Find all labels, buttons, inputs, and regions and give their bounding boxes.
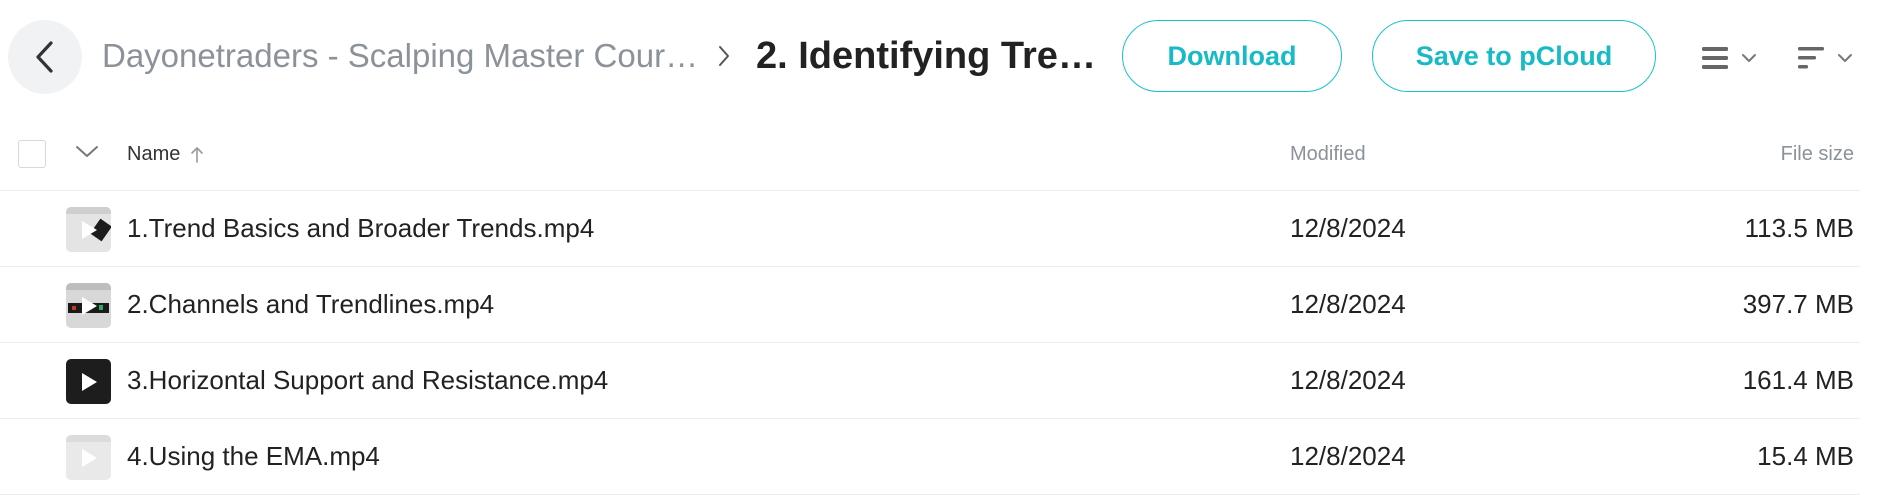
list-header: Name Modified File size xyxy=(0,128,1860,191)
chevron-right-icon xyxy=(719,46,729,66)
file-size: 397.7 MB xyxy=(1742,289,1854,319)
view-toggle-button[interactable] xyxy=(1700,38,1764,78)
file-modified-date: 12/8/2024 xyxy=(1290,213,1406,243)
play-icon xyxy=(81,220,97,239)
file-row[interactable]: 1.Trend Basics and Broader Trends.mp4 12… xyxy=(0,191,1860,267)
video-thumbnail xyxy=(66,207,111,252)
file-size: 113.5 MB xyxy=(1744,213,1854,243)
chevron-down-icon xyxy=(1838,54,1852,62)
file-row[interactable]: 4.Using the EMA.mp4 12/8/2024 15.4 MB xyxy=(0,419,1860,495)
list-view-icon xyxy=(1702,47,1728,69)
breadcrumb-parent[interactable]: Dayonetraders - Scalping Master Cour… xyxy=(102,36,702,76)
name-column-label: Name xyxy=(127,143,181,165)
file-modified-date: 12/8/2024 xyxy=(1290,289,1406,319)
file-size: 15.4 MB xyxy=(1757,441,1854,471)
file-row[interactable]: 2.Channels and Trendlines.mp4 12/8/2024 … xyxy=(0,267,1860,343)
video-thumbnail xyxy=(66,435,111,480)
chevron-left-icon xyxy=(36,41,53,73)
arrow-up-icon xyxy=(191,146,204,163)
select-all-checkbox[interactable] xyxy=(18,140,46,168)
play-icon xyxy=(81,448,97,467)
save-to-pcloud-button[interactable]: Save to pCloud xyxy=(1372,20,1656,92)
file-modified-date: 12/8/2024 xyxy=(1290,441,1406,471)
file-name: 3.Horizontal Support and Resistance.mp4 xyxy=(127,365,609,395)
download-button[interactable]: Download xyxy=(1122,20,1342,92)
play-icon xyxy=(81,372,97,391)
play-icon xyxy=(81,296,97,315)
file-size: 161.4 MB xyxy=(1742,365,1854,395)
file-size-column-header[interactable]: File size xyxy=(1781,143,1854,166)
file-row[interactable]: 3.Horizontal Support and Resistance.mp4 … xyxy=(0,343,1860,419)
chevron-down-icon xyxy=(1742,54,1756,62)
sort-toggle-button[interactable] xyxy=(1796,38,1860,78)
file-modified-date: 12/8/2024 xyxy=(1290,365,1406,395)
file-list: 1.Trend Basics and Broader Trends.mp4 12… xyxy=(0,191,1860,495)
sort-icon xyxy=(1798,47,1824,69)
name-column-header[interactable]: Name xyxy=(127,143,204,166)
modified-column-header[interactable]: Modified xyxy=(1290,143,1366,166)
header: Dayonetraders - Scalping Master Cour… 2.… xyxy=(0,0,1882,115)
file-name: 4.Using the EMA.mp4 xyxy=(127,441,380,471)
video-thumbnail xyxy=(66,359,111,404)
chevron-down-icon[interactable] xyxy=(74,142,100,160)
back-button[interactable] xyxy=(8,20,82,94)
file-name: 2.Channels and Trendlines.mp4 xyxy=(127,289,495,319)
video-thumbnail xyxy=(66,283,111,328)
file-name: 1.Trend Basics and Broader Trends.mp4 xyxy=(127,213,595,243)
page-title: 2. Identifying Tren… xyxy=(756,35,1098,77)
